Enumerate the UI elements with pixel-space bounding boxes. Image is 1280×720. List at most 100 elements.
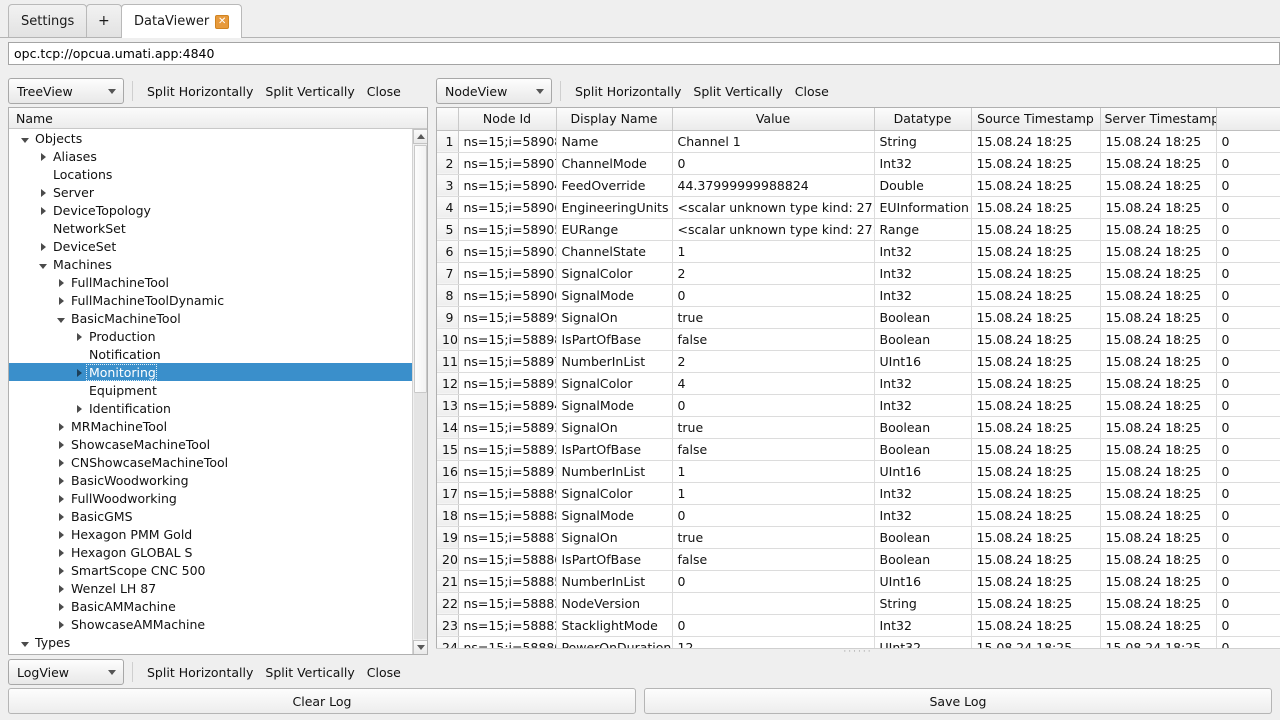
chevron-right-icon[interactable] [71,329,87,344]
tree-item-server[interactable]: Server [9,183,427,201]
chevron-right-icon[interactable] [35,149,51,164]
node-view-selector[interactable]: NodeView [436,78,552,104]
scroll-down-icon[interactable] [413,640,427,654]
scrollbar-thumb[interactable] [414,145,427,393]
endpoint-url-input[interactable]: opc.tcp://opcua.umati.app:4840 [8,42,1280,65]
node-split-horizontally-button[interactable]: Split Horizontally [569,82,687,101]
tree-split-horizontally-button[interactable]: Split Horizontally [141,82,259,101]
tree-item-notification[interactable]: Notification [9,345,427,363]
tree-item-cnshowcasemachinetool[interactable]: CNShowcaseMachineTool [9,453,427,471]
column-header-datatype[interactable]: Datatype [874,108,972,131]
tree-item-basicammachine[interactable]: BasicAMMachine [9,597,427,615]
chevron-right-icon[interactable] [53,491,69,506]
tree-item-networkset[interactable]: NetworkSet [9,219,427,237]
chevron-down-icon[interactable] [17,635,33,650]
table-row[interactable]: 5 ns=15;i=58905 EURange <scalar unknown typ… [437,218,1280,241]
chevron-right-icon[interactable] [53,419,69,434]
chevron-down-icon[interactable] [35,257,51,272]
table-row[interactable]: 11 ns=15;i=58897 NumberInList 2 UInt16 15.08.… [437,350,1280,373]
chevron-right-icon[interactable] [53,437,69,452]
column-header-source-timestamp[interactable]: Source Timestamp [971,108,1101,131]
tree-item-fullmachinetool[interactable]: FullMachineTool [9,273,427,291]
chevron-right-icon[interactable] [53,293,69,308]
tree-item-locations[interactable]: Locations [9,165,427,183]
chevron-right-icon[interactable] [53,581,69,596]
horizontal-splitter[interactable]: ······ [436,647,1280,656]
chevron-right-icon[interactable] [35,239,51,254]
close-icon[interactable]: ✕ [215,14,230,29]
tree-item-types[interactable]: Types [9,633,427,651]
tree-close-button[interactable]: Close [361,82,407,101]
tree-item-showcasemachinetool[interactable]: ShowcaseMachineTool [9,435,427,453]
tab-dataviewer[interactable]: DataViewer ✕ [121,4,243,38]
tree-item-fullwoodworking[interactable]: FullWoodworking [9,489,427,507]
table-row[interactable]: 3 ns=15;i=58904 FeedOverride 44.37999999988… [437,174,1280,197]
tree-item-fullmachinetooldynamic[interactable]: FullMachineToolDynamic [9,291,427,309]
tree-item-mrmachinetool[interactable]: MRMachineTool [9,417,427,435]
tree-item-production[interactable]: Production [9,327,427,345]
table-row[interactable]: 14 ns=15;i=58893 SignalOn true Boolean 15.08.… [437,416,1280,439]
column-header-server-timestamp[interactable]: Server Timestamp [1100,108,1217,131]
table-row[interactable]: 17 ns=15;i=58889 SignalColor 1 Int32 15.08.24… [437,482,1280,505]
chevron-down-icon[interactable] [53,311,69,326]
column-header-display-name[interactable]: Display Name [556,108,673,131]
table-row[interactable]: 21 ns=15;i=58885 NumberInList 0 UInt16 15.08.… [437,570,1280,593]
tree-item-smartscope-cnc-500[interactable]: SmartScope CNC 500 [9,561,427,579]
chevron-right-icon[interactable] [71,365,87,380]
scroll-up-icon[interactable] [413,129,427,144]
tree-vertical-scrollbar[interactable] [412,129,427,654]
tree-item-showcaseammachine[interactable]: ShowcaseAMMachine [9,615,427,633]
chevron-right-icon[interactable] [53,455,69,470]
tree-item-monitoring[interactable]: Monitoring [9,363,427,381]
tree-item-identification[interactable]: Identification [9,399,427,417]
table-row[interactable]: 18 ns=15;i=58888 SignalMode 0 Int32 15.08.24 … [437,504,1280,527]
scrollbar-track[interactable] [414,393,427,639]
table-row[interactable]: 19 ns=15;i=58887 SignalOn true Boolean 15.08.… [437,526,1280,549]
tree-item-basicgms[interactable]: BasicGMS [9,507,427,525]
column-header-value[interactable]: Value [672,108,875,131]
table-row[interactable]: 2 ns=15;i=58907 ChannelMode 0 Int32 15.08.24 … [437,152,1280,175]
node-close-button[interactable]: Close [789,82,835,101]
chevron-right-icon[interactable] [53,509,69,524]
chevron-right-icon[interactable] [53,545,69,560]
table-row[interactable]: 12 ns=15;i=58895 SignalColor 4 Int32 15.08.24… [437,372,1280,395]
chevron-right-icon[interactable] [53,275,69,290]
table-row[interactable]: 6 ns=15;i=58903 ChannelState 1 Int32 15.08.24… [437,240,1280,263]
chevron-right-icon[interactable] [71,401,87,416]
chevron-right-icon[interactable] [35,203,51,218]
log-split-vertically-button[interactable]: Split Vertically [259,663,360,682]
tree-split-vertically-button[interactable]: Split Vertically [259,82,360,101]
panel-divider[interactable] [430,76,435,656]
tree-item-machines[interactable]: Machines [9,255,427,273]
chevron-right-icon[interactable] [53,527,69,542]
table-row[interactable]: 4 ns=15;i=58906 EngineeringUnits <scalar un… [437,196,1280,219]
log-close-button[interactable]: Close [361,663,407,682]
table-row[interactable]: 23 ns=15;i=58882 StacklightMode 0 Int32 15.08… [437,614,1280,637]
table-row[interactable]: 20 ns=15;i=58886 IsPartOfBase false Boolean 1… [437,548,1280,571]
column-header-rownum[interactable] [437,108,459,131]
table-row[interactable]: 16 ns=15;i=58891 NumberInList 1 UInt16 15.08.… [437,460,1280,483]
chevron-right-icon[interactable] [53,617,69,632]
table-row[interactable]: 10 ns=15;i=58898 IsPartOfBase false Boolean 1… [437,328,1280,351]
tree-item-aliases[interactable]: Aliases [9,147,427,165]
table-row[interactable]: 15 ns=15;i=58892 IsPartOfBase false Boolean 1… [437,438,1280,461]
tree-item-devicetopology[interactable]: DeviceTopology [9,201,427,219]
node-table-panel[interactable]: Node Id Display Name Value Datatype Sour… [436,107,1280,648]
new-tab-button[interactable]: + [86,4,122,37]
tree-item-objects[interactable]: Objects [9,129,427,147]
chevron-right-icon[interactable] [35,185,51,200]
table-row[interactable]: 1 ns=15;i=58908 Name Channel 1 String 15.08.2… [437,130,1280,153]
tree-item-deviceset[interactable]: DeviceSet [9,237,427,255]
save-log-button[interactable]: Save Log [644,688,1272,714]
column-header-node-id[interactable]: Node Id [458,108,557,131]
log-view-selector[interactable]: LogView [8,659,124,685]
tree-item-basicmachinetool[interactable]: BasicMachineTool [9,309,427,327]
tree-body[interactable]: Objects Aliases Locations Server DeviceTopol… [9,129,427,654]
tree-view-selector[interactable]: TreeView [8,78,124,104]
node-split-vertically-button[interactable]: Split Vertically [687,82,788,101]
tree-item-hexagon-global-s[interactable]: Hexagon GLOBAL S [9,543,427,561]
table-row[interactable]: 8 ns=15;i=58900 SignalMode 0 Int32 15.08.24 1… [437,284,1280,307]
chevron-right-icon[interactable] [53,473,69,488]
clear-log-button[interactable]: Clear Log [8,688,636,714]
table-row[interactable]: 13 ns=15;i=58894 SignalMode 0 Int32 15.08.24 … [437,394,1280,417]
